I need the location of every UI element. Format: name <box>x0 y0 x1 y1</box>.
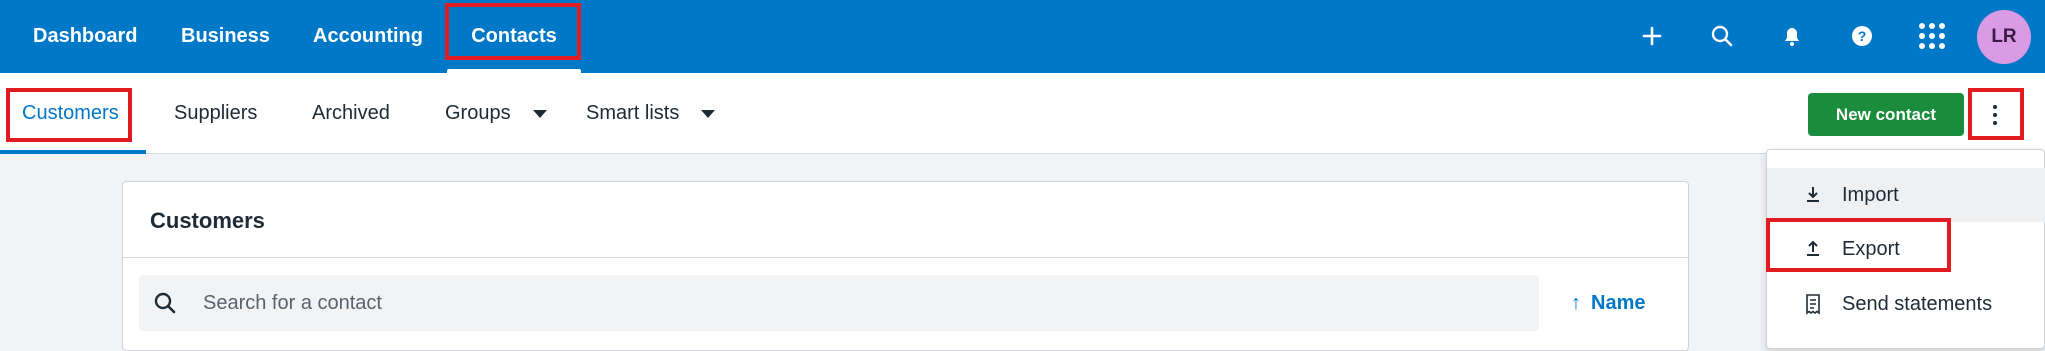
customers-card: Customers ↑ Name <box>122 181 1689 351</box>
help-icon: ? <box>1852 26 1872 46</box>
svg-text:?: ? <box>1858 28 1867 44</box>
search-icon <box>154 292 176 314</box>
chevron-down-icon <box>701 109 716 118</box>
tab-archived[interactable]: Archived <box>312 73 390 154</box>
tab-suppliers[interactable]: Suppliers <box>174 73 257 154</box>
card-title: Customers <box>150 208 265 233</box>
kebab-dot <box>1993 120 1997 125</box>
search-box <box>139 275 1539 331</box>
tab-smart-lists[interactable]: Smart lists <box>586 73 716 154</box>
nav-dashboard[interactable]: Dashboard <box>33 0 137 73</box>
tab-suppliers-label: Suppliers <box>174 102 258 124</box>
tab-customers[interactable]: Customers <box>22 73 119 154</box>
new-contact-button[interactable]: New contact <box>1808 93 1964 136</box>
tab-groups[interactable]: Groups <box>445 73 547 154</box>
arrow-up-icon: ↑ <box>1571 291 1581 314</box>
menu-item-label: Send statements <box>1842 292 1993 315</box>
menu-item-import[interactable]: Import <box>1767 168 2045 222</box>
tab-smart-lists-label: Smart lists <box>586 102 680 124</box>
more-options-button[interactable] <box>1968 93 2022 136</box>
add-button[interactable] <box>1632 16 1672 56</box>
active-tab-indicator <box>0 150 146 154</box>
bell-icon <box>1785 28 1799 46</box>
apps-grid-icon <box>1919 23 1945 49</box>
menu-item-export[interactable]: Export <box>1767 222 2045 276</box>
search-button[interactable] <box>1702 16 1742 56</box>
nav-business[interactable]: Business <box>181 0 270 73</box>
nav-accounting[interactable]: Accounting <box>313 0 423 73</box>
import-icon <box>1807 187 1819 202</box>
menu-item-send-statements[interactable]: Send statements <box>1767 277 2045 331</box>
nav-contacts-label: Contacts <box>471 25 557 47</box>
menu-item-label: Import <box>1842 183 1899 206</box>
user-avatar[interactable]: LR <box>1977 10 2031 64</box>
kebab-dot <box>1993 112 1997 117</box>
tab-customers-label: Customers <box>22 102 119 124</box>
nav-contacts[interactable]: Contacts <box>447 0 581 73</box>
search-icon <box>1711 25 1733 47</box>
nav-dashboard-label: Dashboard <box>33 25 138 47</box>
nav-business-label: Business <box>181 25 270 47</box>
apps-button[interactable] <box>1912 16 1952 56</box>
search-input[interactable] <box>203 275 1523 331</box>
receipt-icon <box>1806 294 1820 315</box>
nav-accounting-label: Accounting <box>313 25 423 47</box>
help-button[interactable]: ? <box>1842 16 1882 56</box>
tab-groups-label: Groups <box>445 102 511 124</box>
card-divider <box>123 257 1688 258</box>
contacts-subnav: Customers Suppliers Archived Groups Smar… <box>0 73 2045 154</box>
plus-icon <box>1642 26 1662 46</box>
export-icon <box>1807 240 1819 256</box>
avatar-initials: LR <box>1991 26 2017 47</box>
sort-by-name-button[interactable]: ↑ Name <box>1571 275 1645 331</box>
sort-label: Name <box>1591 291 1646 314</box>
tab-archived-label: Archived <box>312 102 390 124</box>
notifications-button[interactable] <box>1772 16 1812 56</box>
more-options-menu: Import Export Send statements <box>1766 149 2045 349</box>
top-navigation-bar: Dashboard Business Accounting Contacts ? <box>0 0 2045 73</box>
menu-item-label: Export <box>1842 237 1900 260</box>
chevron-down-icon <box>532 109 547 118</box>
kebab-dot <box>1993 104 1997 109</box>
